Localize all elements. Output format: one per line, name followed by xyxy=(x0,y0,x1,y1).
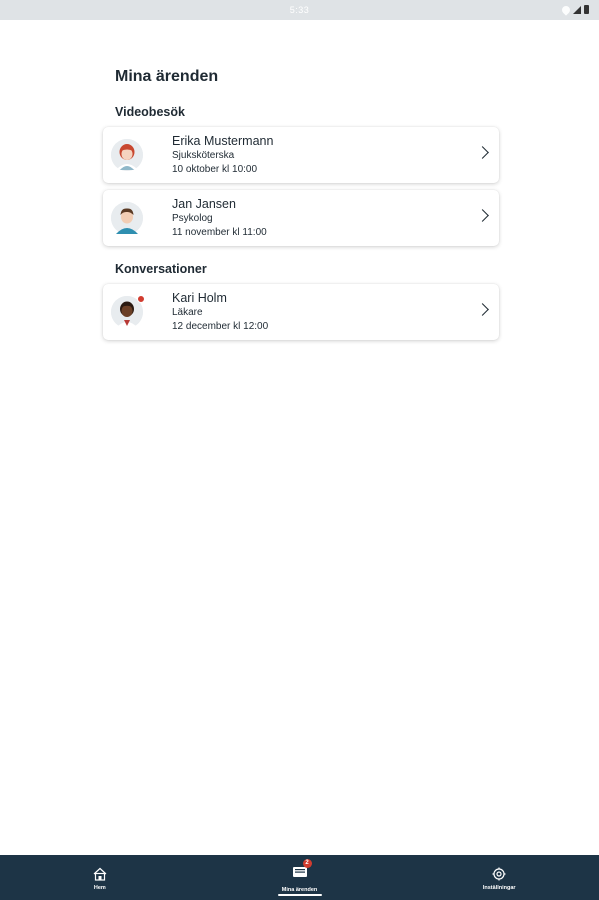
avatar xyxy=(111,202,143,234)
status-time: 5:33 xyxy=(289,5,310,15)
nav-label: Hem xyxy=(93,884,106,891)
card-role: Sjuksköterska xyxy=(172,150,235,161)
status-icons xyxy=(560,3,589,16)
card-text: Jan Jansen Psykolog 11 november kl 11:00 xyxy=(172,197,267,240)
card-time: 11 november kl 11:00 xyxy=(172,227,267,238)
chevron-right-icon xyxy=(476,146,489,159)
card-time: 12 december kl 12:00 xyxy=(172,321,269,332)
nav-label: Mina ärenden xyxy=(281,887,318,893)
status-bar: 5:33 xyxy=(0,0,599,20)
nav-label: Inställningar xyxy=(482,884,516,891)
card-text: Kari Holm Läkare 12 december kl 12:00 xyxy=(172,291,268,334)
active-tab-indicator xyxy=(277,894,322,896)
nav-item-installningar[interactable]: Inställningar xyxy=(399,855,599,900)
card-name: Kari Holm xyxy=(172,291,227,305)
list-item[interactable]: Erika Mustermann Sjuksköterska 10 oktobe… xyxy=(103,127,499,183)
card-name: Jan Jansen xyxy=(172,197,236,211)
page-title: Mina ärenden xyxy=(115,68,219,85)
card-time: 10 oktober kl 10:00 xyxy=(172,164,258,175)
home-icon xyxy=(93,867,107,881)
card-role: Läkare xyxy=(172,307,203,318)
unread-indicator xyxy=(137,295,145,303)
wifi-icon xyxy=(560,3,572,16)
battery-icon xyxy=(584,5,589,14)
card-name: Erika Mustermann xyxy=(172,134,274,148)
chevron-right-icon xyxy=(476,209,489,222)
card-role: Psykolog xyxy=(172,213,213,224)
nav-item-mina-arenden[interactable]: 2 Mina ärenden xyxy=(200,855,400,900)
bottom-nav: Hem 2 Mina ärenden Inställningar xyxy=(0,855,599,900)
list-item[interactable]: Kari Holm Läkare 12 december kl 12:00 xyxy=(103,284,499,340)
avatar-brown-hair-male-icon xyxy=(111,202,143,234)
avatar xyxy=(111,295,145,328)
avatar-red-hair-female-icon xyxy=(111,139,143,171)
section-title-videobesok: Videobesök xyxy=(115,105,185,119)
chevron-right-icon xyxy=(476,303,489,316)
section-title-konversationer: Konversationer xyxy=(115,262,207,276)
nav-item-hem[interactable]: Hem xyxy=(0,855,200,900)
card-text: Erika Mustermann Sjuksköterska 10 oktobe… xyxy=(172,134,273,177)
avatar xyxy=(111,139,143,171)
list-item[interactable]: Jan Jansen Psykolog 11 november kl 11:00 xyxy=(103,190,499,246)
gear-icon xyxy=(492,867,506,880)
notification-badge: 2 xyxy=(302,859,312,868)
nav-icon-wrap: 2 xyxy=(292,859,312,883)
signal-icon xyxy=(573,5,581,14)
